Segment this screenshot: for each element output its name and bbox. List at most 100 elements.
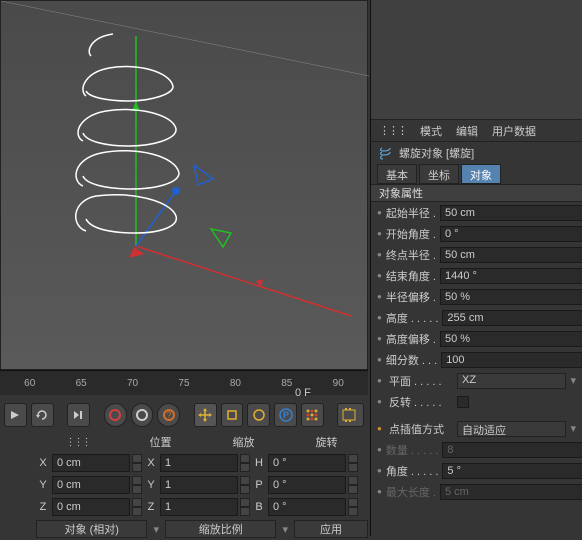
end-angle-input[interactable] bbox=[440, 268, 582, 284]
bullet-icon: ● bbox=[377, 334, 382, 343]
empty-area bbox=[371, 0, 582, 120]
viewport-3d[interactable] bbox=[0, 0, 368, 370]
keyframe-help-button[interactable]: ? bbox=[157, 403, 180, 427]
position-mode-select[interactable]: 对象 (相对) bbox=[36, 520, 147, 538]
tick: 80 bbox=[210, 378, 261, 389]
bullet-icon: ● bbox=[377, 487, 382, 496]
label-end-radius: 终点半径 . bbox=[386, 247, 436, 263]
grid-button[interactable] bbox=[301, 403, 324, 427]
autokey-button[interactable] bbox=[131, 403, 154, 427]
label-maxlen: 最大长度 . bbox=[386, 484, 436, 500]
tick: 75 bbox=[158, 378, 209, 389]
scale-mode-select[interactable]: 缩放比例 bbox=[165, 520, 276, 538]
bullet-icon: ● bbox=[377, 445, 382, 454]
spinner[interactable] bbox=[132, 454, 142, 472]
spinner[interactable] bbox=[348, 498, 358, 516]
bullet-icon: ● bbox=[377, 424, 385, 433]
start-radius-input[interactable] bbox=[440, 205, 582, 221]
menu-mode[interactable]: 模式 bbox=[420, 123, 442, 139]
move-tool-button[interactable] bbox=[194, 403, 217, 427]
scale-y-input[interactable] bbox=[160, 476, 238, 494]
subdiv-input[interactable] bbox=[441, 352, 582, 368]
pos-x-input[interactable] bbox=[52, 454, 130, 472]
height-input[interactable] bbox=[442, 310, 582, 326]
attribute-menubar: ⋮⋮⋮ 模式 编辑 用户数据 bbox=[371, 120, 582, 142]
pos-z-input[interactable] bbox=[52, 498, 130, 516]
bullet-icon: ● bbox=[377, 397, 385, 406]
spinner[interactable] bbox=[240, 454, 250, 472]
svg-text:?: ? bbox=[166, 410, 171, 420]
label-plane: 平面 . . . . . bbox=[389, 373, 453, 389]
label-count: 数量 . . . . . bbox=[386, 442, 439, 458]
label-start-radius: 起始半径 . bbox=[386, 205, 436, 221]
grip-icon: ⋮⋮⋮ bbox=[36, 437, 119, 448]
tab-basic[interactable]: 基本 bbox=[377, 164, 417, 184]
object-title-row: 螺旋对象 [螺旋] bbox=[371, 142, 582, 164]
radius-bias-input[interactable] bbox=[440, 289, 582, 305]
rot-b-input[interactable] bbox=[268, 498, 346, 516]
bullet-icon: ● bbox=[377, 208, 382, 217]
spinner[interactable] bbox=[348, 476, 358, 494]
spinner[interactable] bbox=[240, 476, 250, 494]
axis-label: X bbox=[144, 457, 158, 469]
tab-object[interactable]: 对象 bbox=[461, 164, 501, 184]
bullet-icon: ● bbox=[377, 229, 382, 238]
axis-label: X bbox=[36, 457, 50, 469]
pos-y-input[interactable] bbox=[52, 476, 130, 494]
scale-x-input[interactable] bbox=[160, 454, 238, 472]
menu-userdata[interactable]: 用户数据 bbox=[492, 123, 536, 139]
bullet-icon: ● bbox=[377, 466, 382, 475]
label-height: 高度 . . . . . bbox=[386, 310, 439, 326]
spinner[interactable] bbox=[240, 498, 250, 516]
tick: 60 bbox=[4, 378, 55, 389]
bullet-icon: ● bbox=[377, 250, 382, 259]
loop-button[interactable] bbox=[31, 403, 54, 427]
interp-select[interactable]: 自动适应 bbox=[457, 421, 566, 437]
apply-button[interactable]: 应用 bbox=[294, 520, 368, 538]
label-angle: 角度 . . . . . bbox=[386, 463, 439, 479]
rotate-tool-button[interactable] bbox=[247, 403, 270, 427]
tick: 70 bbox=[107, 378, 158, 389]
tick: 90 bbox=[313, 378, 364, 389]
goto-end-button[interactable] bbox=[67, 403, 90, 427]
rot-h-input[interactable] bbox=[268, 454, 346, 472]
start-angle-input[interactable] bbox=[440, 226, 582, 242]
label-subdiv: 细分数 . . . bbox=[386, 352, 437, 368]
attribute-manager: ⋮⋮⋮ 模式 编辑 用户数据 螺旋对象 [螺旋] 基本 坐标 对象 对象属性 ●… bbox=[370, 0, 582, 536]
axis-label: Y bbox=[144, 479, 158, 491]
play-button[interactable] bbox=[4, 403, 27, 427]
coordinate-panel: ⋮⋮⋮ 位置 缩放 旋转 X X H Y Y P Z Z B 对象 (相对)▾ … bbox=[36, 432, 368, 540]
scale-z-input[interactable] bbox=[160, 498, 238, 516]
rot-p-input[interactable] bbox=[268, 476, 346, 494]
plane-select[interactable]: XZ bbox=[457, 373, 566, 389]
spinner[interactable] bbox=[348, 454, 358, 472]
reverse-checkbox[interactable] bbox=[457, 396, 469, 408]
param-button[interactable]: P bbox=[274, 403, 297, 427]
end-radius-input[interactable] bbox=[440, 247, 582, 263]
tab-coord[interactable]: 坐标 bbox=[419, 164, 459, 184]
timeline-ruler[interactable]: 60 65 70 75 80 85 90 bbox=[0, 370, 368, 395]
angle-input[interactable] bbox=[442, 463, 582, 479]
header-scale: 缩放 bbox=[202, 434, 285, 450]
axis-label: B bbox=[252, 501, 266, 513]
label-reverse: 反转 . . . . . bbox=[389, 394, 453, 410]
bullet-icon: ● bbox=[377, 292, 382, 301]
label-end-angle: 结束角度 . bbox=[386, 268, 436, 284]
bullet-icon: ● bbox=[377, 313, 382, 322]
label-height-bias: 高度偏移 . bbox=[386, 331, 436, 347]
render-button[interactable] bbox=[337, 403, 364, 427]
spinner[interactable] bbox=[132, 476, 142, 494]
axis-label: H bbox=[252, 457, 266, 469]
record-button[interactable] bbox=[104, 403, 127, 427]
maxlen-input bbox=[440, 484, 582, 500]
menu-edit[interactable]: 编辑 bbox=[456, 123, 478, 139]
axis-label: Z bbox=[144, 501, 158, 513]
grip-icon: ⋮⋮⋮ bbox=[379, 124, 406, 137]
svg-text:P: P bbox=[283, 410, 289, 420]
axis-label: P bbox=[252, 479, 266, 491]
bullet-icon: ● bbox=[377, 271, 382, 280]
scale-tool-button[interactable] bbox=[221, 403, 244, 427]
label-radius-bias: 半径偏移 . bbox=[386, 289, 436, 305]
height-bias-input[interactable] bbox=[440, 331, 582, 347]
spinner[interactable] bbox=[132, 498, 142, 516]
